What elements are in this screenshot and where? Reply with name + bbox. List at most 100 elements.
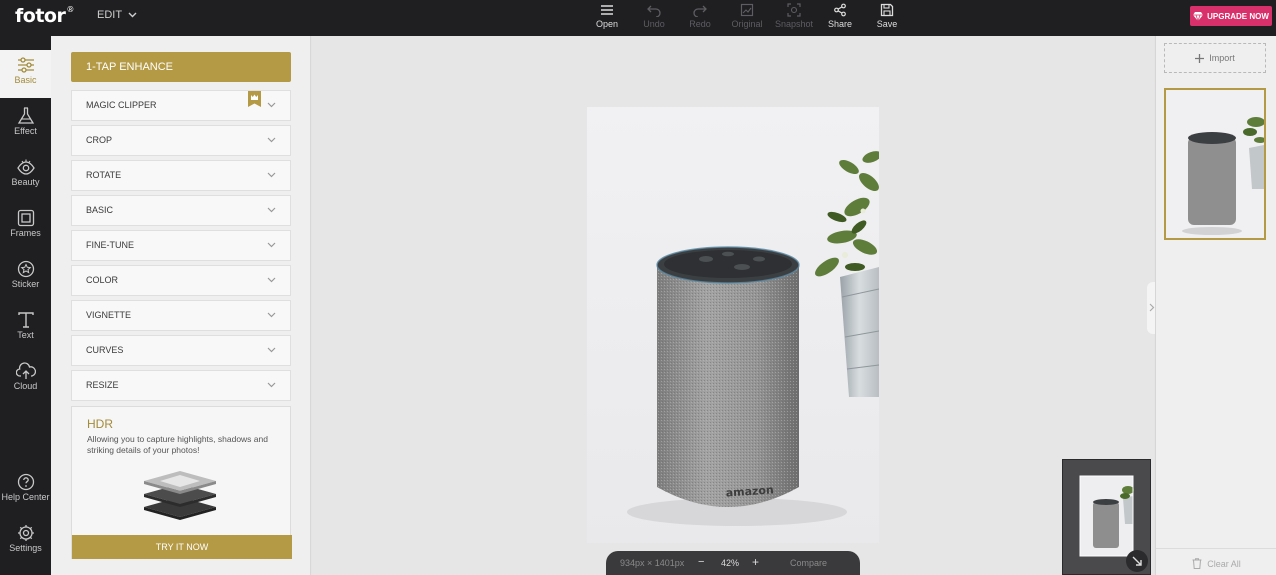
nav-help-label: Help Center [1,492,50,502]
image-thumbnail[interactable] [1164,88,1266,240]
premium-badge-icon [248,91,261,107]
help-icon [17,473,34,491]
nav-basic-label: Basic [14,75,37,85]
accordion-color[interactable]: COLOR [71,265,291,296]
chevron-down-icon [267,347,276,353]
chevron-down-icon [267,102,276,108]
import-label: Import [1209,53,1235,63]
tool-panel: 1-TAP ENHANCE MAGIC CLIPPER CROP ROTATE … [51,36,311,575]
upgrade-now-button[interactable]: UPGRADE NOW [1190,6,1272,26]
canvas-area: amazon 934px × 1401px − 42% + Compare [312,36,1154,575]
zoom-bar: 934px × 1401px − 42% + Compare [606,551,860,575]
sliders-icon [17,57,34,73]
expand-navigator-button[interactable] [1126,550,1148,572]
eye-icon [16,159,35,175]
nav-cloud[interactable]: Cloud [0,356,51,404]
gear-icon [17,525,34,541]
text-icon [17,312,34,328]
open-button[interactable]: Open [587,3,627,29]
try-it-now-button[interactable]: TRY IT NOW [72,535,292,559]
edit-menu-label: EDIT [97,9,123,21]
share-button[interactable]: Share [820,3,860,29]
flask-icon [17,107,34,124]
import-button[interactable]: Import [1164,43,1266,73]
accordion-label: BASIC [86,205,114,215]
image-dimensions: 934px × 1401px [620,558,685,568]
chevron-right-icon [1149,303,1154,312]
chevron-down-icon [267,207,276,213]
navigator-minimap[interactable] [1062,459,1151,575]
undo-label: Undo [643,19,665,29]
nav-settings-label: Settings [9,543,42,553]
redo-label: Redo [689,19,711,29]
zoom-in-button[interactable]: + [752,555,759,569]
snapshot-icon [787,3,801,17]
nav-text[interactable]: Text [0,305,51,353]
nav-help-center[interactable]: Help Center [0,467,51,515]
chevron-down-icon [267,137,276,143]
save-label: Save [876,19,898,29]
chevron-down-icon [267,382,276,388]
redo-button[interactable]: Redo [680,3,720,29]
nav-basic[interactable]: Basic [0,50,51,98]
accordion-label: MAGIC CLIPPER [86,100,157,110]
chevron-down-icon [267,242,276,248]
chevron-down-icon [267,277,276,283]
accordion-crop[interactable]: CROP [71,125,291,156]
save-icon [880,3,894,17]
fotor-editor: fotor® EDIT Open Undo Redo Original Snap… [0,0,1276,575]
accordion-label: VIGNETTE [86,310,132,320]
accordion-resize[interactable]: RESIZE [71,370,291,401]
zoom-out-button[interactable]: − [698,556,704,568]
chevron-down-icon [128,12,137,18]
arrow-down-right-icon [1132,556,1142,566]
compare-button[interactable]: Compare [790,558,827,568]
logo-text: fotor [15,5,66,27]
nav-text-label: Text [17,330,34,340]
clear-all-button[interactable]: Clear All [1156,548,1276,569]
menu-icon [601,5,613,15]
nav-effect-label: Effect [14,126,37,136]
thumbnail-preview [1166,90,1264,238]
cloud-upload-icon [15,362,36,379]
share-label: Share [827,19,853,29]
accordion-label: FINE-TUNE [86,240,134,250]
clear-all-label: Clear All [1207,558,1241,569]
edited-photo[interactable]: amazon [587,107,879,543]
original-label: Original [731,19,763,29]
nav-beauty-label: Beauty [11,177,40,187]
history-panel: Import Clear All [1155,36,1276,575]
nav-effect[interactable]: Effect [0,101,51,149]
original-button[interactable]: Original [727,3,767,29]
nav-beauty[interactable]: Beauty [0,152,51,200]
accordion-rotate[interactable]: ROTATE [71,160,291,191]
undo-button[interactable]: Undo [634,3,674,29]
hdr-description: Allowing you to capture highlights, shad… [87,434,268,455]
fotor-logo[interactable]: fotor® [15,5,74,27]
accordion-fine-tune[interactable]: FINE-TUNE [71,230,291,261]
enhance-label: 1-TAP ENHANCE [86,61,174,73]
accordion-vignette[interactable]: VIGNETTE [71,300,291,331]
chevron-down-icon [267,312,276,318]
save-button[interactable]: Save [867,3,907,29]
upgrade-label: UPGRADE NOW [1207,11,1269,21]
nav-frames-label: Frames [10,228,41,238]
accordion-curves[interactable]: CURVES [71,335,291,366]
original-icon [740,3,754,17]
frame-icon [17,209,34,227]
hdr-promo-card: HDR Allowing you to capture highlights, … [71,406,292,559]
nav-sticker-label: Sticker [11,279,40,289]
nav-settings[interactable]: Settings [0,518,51,566]
top-bar: fotor® EDIT Open Undo Redo Original Snap… [0,0,1276,36]
undo-icon [647,5,661,17]
nav-frames[interactable]: Frames [0,203,51,251]
one-tap-enhance-button[interactable]: 1-TAP ENHANCE [71,52,291,82]
plus-icon [1195,53,1205,63]
edit-menu-dropdown[interactable]: EDIT [97,9,137,21]
snapshot-button[interactable]: Snapshot [774,3,814,29]
nav-sticker[interactable]: Sticker [0,254,51,302]
accordion-basic[interactable]: BASIC [71,195,291,226]
accordion-magic-clipper[interactable]: MAGIC CLIPPER [71,90,291,121]
accordion-label: COLOR [86,275,119,285]
accordion-label: CROP [86,135,113,145]
